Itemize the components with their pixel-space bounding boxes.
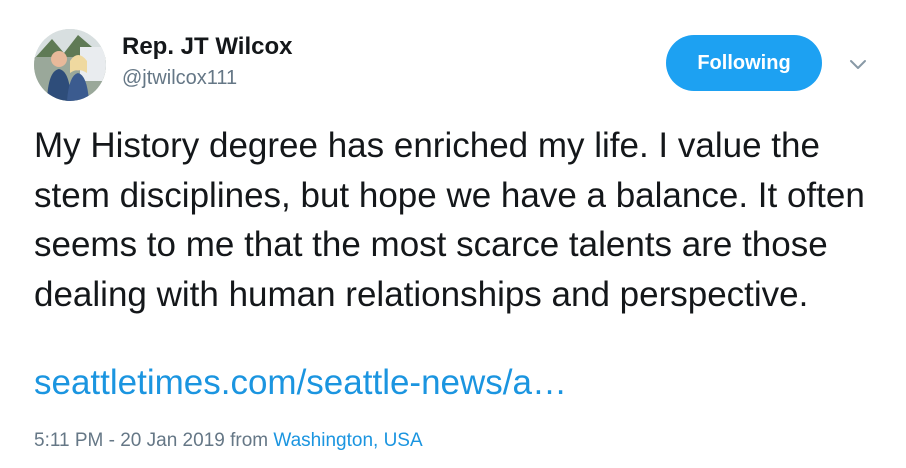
avatar-photo xyxy=(34,29,106,101)
display-name[interactable]: Rep. JT Wilcox xyxy=(122,33,292,61)
following-button[interactable]: Following xyxy=(666,35,822,91)
tweet-link[interactable]: seattletimes.com/seattle-news/a… xyxy=(34,358,567,408)
chevron-down-icon[interactable] xyxy=(846,52,870,76)
location-link[interactable]: Washington, USA xyxy=(273,430,422,451)
from-label: from xyxy=(230,430,269,451)
user-handle[interactable]: @jtwilcox111 xyxy=(122,66,237,90)
tweet-meta: 5:11 PM - 20 Jan 2019 from Washington, U… xyxy=(34,429,423,453)
avatar[interactable] xyxy=(34,29,106,101)
tweet-text: My History degree has enriched my life. … xyxy=(34,126,865,314)
timestamp[interactable]: 5:11 PM - 20 Jan 2019 xyxy=(34,430,225,451)
